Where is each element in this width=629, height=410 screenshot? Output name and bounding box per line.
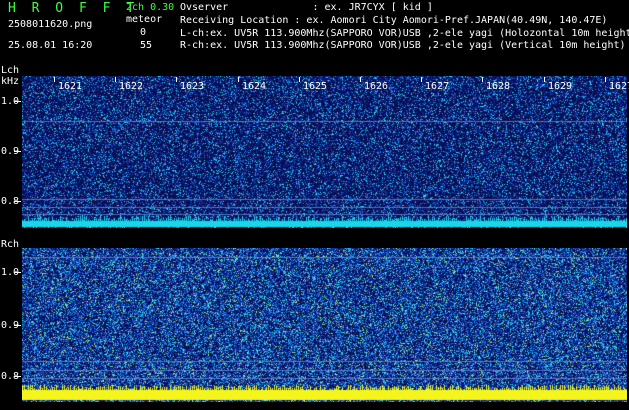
time-axis-label: 1626 xyxy=(364,81,389,92)
time-axis-tick xyxy=(360,77,361,82)
rch-waterfall-canvas xyxy=(22,248,627,402)
observer-line: Ovserver : ex. JR7CYX [ kid ] xyxy=(180,2,433,13)
rch-config-line: R-ch:ex. UV5R 113.900Mhz(SAPPORO VOR)USB… xyxy=(180,40,626,51)
time-axis-tick xyxy=(299,77,300,82)
time-axis-label: 1629 xyxy=(548,81,573,92)
time-axis-label: 1624 xyxy=(242,81,267,92)
time-axis-tick xyxy=(421,77,422,82)
rch-ytick-3 xyxy=(14,376,21,377)
time-axis-label: 1627 xyxy=(425,81,450,92)
time-axis-tick xyxy=(482,77,483,82)
time-axis-tick xyxy=(176,77,177,82)
time-axis-tick xyxy=(54,77,55,82)
time-axis-label: 1622 xyxy=(119,81,144,92)
app-logo: H R O F F T xyxy=(8,1,139,16)
rch-label: Rch xyxy=(1,239,20,250)
lch-config-line: L-ch:ex. UV5R 113.900Mhz(SAPPORO VOR)USB… xyxy=(180,28,629,39)
rch-ytick-2 xyxy=(14,325,21,326)
time-axis-label: 1621 xyxy=(58,81,83,92)
meteor-label: meteor xyxy=(126,14,163,25)
time-axis-tick xyxy=(115,77,116,82)
version-label: 2ch 0.30 xyxy=(126,2,175,13)
datetime-label: 25.08.01 16:20 xyxy=(8,40,93,51)
time-axis-label: 1623 xyxy=(180,81,205,92)
time-axis-label: 1628 xyxy=(486,81,511,92)
rch-meteor-count: 55 xyxy=(140,40,153,51)
time-axis-tick xyxy=(238,77,239,82)
time-axis-label: 1627 xyxy=(609,81,629,92)
time-axis-tick xyxy=(544,77,545,82)
lch-ytick-3 xyxy=(14,201,21,202)
lch-ytick-2 xyxy=(14,151,21,152)
lch-label: Lch xyxy=(1,65,20,76)
lch-ytick-1 xyxy=(14,101,21,102)
time-axis-label: 1625 xyxy=(303,81,328,92)
lch-spectrogram xyxy=(22,76,627,228)
rch-spectrogram xyxy=(22,248,627,402)
lch-meteor-count: 0 xyxy=(140,27,147,38)
rch-ytick-1 xyxy=(14,272,21,273)
location-line: Receiving Location : ex. Aomori City Aom… xyxy=(180,15,608,26)
lch-waterfall-canvas xyxy=(22,76,627,228)
lch-unit-label: kHz xyxy=(1,76,20,87)
time-axis-tick xyxy=(605,77,606,82)
filename-label: 2508011620.png xyxy=(8,19,93,30)
